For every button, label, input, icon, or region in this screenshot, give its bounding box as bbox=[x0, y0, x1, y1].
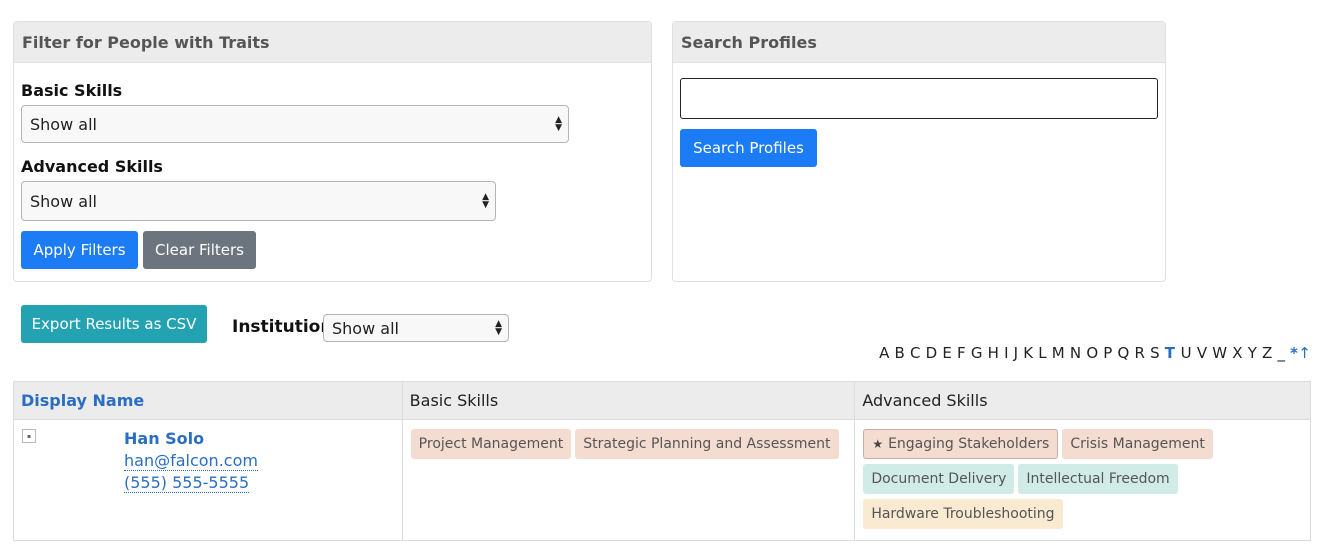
export-csv-button[interactable]: Export Results as CSV bbox=[21, 305, 207, 343]
alpha-letter-Q[interactable]: Q bbox=[1118, 344, 1135, 362]
alpha-letter-V[interactable]: V bbox=[1197, 344, 1212, 362]
skill-tag-label: Document Delivery bbox=[871, 471, 1007, 487]
search-profiles-button[interactable]: Search Profiles bbox=[680, 129, 817, 167]
apply-filters-button[interactable]: Apply Filters bbox=[21, 231, 138, 269]
person-name[interactable]: Han Solo bbox=[124, 428, 258, 450]
alpha-letter-_[interactable]: _ bbox=[1278, 344, 1291, 362]
alpha-letter-N[interactable]: N bbox=[1070, 344, 1086, 362]
alpha-letter-S[interactable]: S bbox=[1150, 344, 1165, 362]
star-icon: ★ bbox=[872, 437, 884, 451]
alpha-letter-B[interactable]: B bbox=[895, 344, 910, 362]
search-panel-title: Search Profiles bbox=[673, 22, 1165, 63]
person-phone[interactable]: (555) 555-5555 bbox=[124, 473, 250, 493]
sort-up-icon[interactable]: ↑ bbox=[1298, 344, 1311, 362]
skill-tag: Strategic Planning and Assessment bbox=[575, 429, 839, 459]
select-arrows-icon: ▲ ▼ bbox=[482, 192, 489, 210]
institution-label: Institution bbox=[232, 317, 333, 337]
alpha-letter-X[interactable]: X bbox=[1232, 344, 1247, 362]
skill-tag-label: Intellectual Freedom bbox=[1026, 471, 1170, 487]
alpha-letter-M[interactable]: M bbox=[1052, 344, 1070, 362]
basic-skills-value: Show all bbox=[30, 114, 97, 134]
person-cell: ▪ Han Solo han@falcon.com (555) 555-5555 bbox=[13, 419, 403, 541]
alpha-letter-T[interactable]: T bbox=[1165, 344, 1181, 362]
filter-panel-title: Filter for People with Traits bbox=[14, 22, 651, 63]
alpha-letter-O[interactable]: O bbox=[1086, 344, 1103, 362]
institution-value: Show all bbox=[332, 318, 399, 338]
alpha-letter-A[interactable]: A bbox=[879, 344, 894, 362]
alpha-letter-D[interactable]: D bbox=[926, 344, 943, 362]
alpha-letter-K[interactable]: K bbox=[1023, 344, 1038, 362]
skill-tag: Intellectual Freedom bbox=[1018, 464, 1178, 494]
alpha-letter-J[interactable]: J bbox=[1014, 344, 1024, 362]
alpha-letter-P[interactable]: P bbox=[1103, 344, 1117, 362]
alpha-letter-R[interactable]: R bbox=[1135, 344, 1151, 362]
skill-tag-label: Hardware Troubleshooting bbox=[871, 506, 1055, 522]
results-table: Display Name Basic Skills Advanced Skill… bbox=[13, 381, 1311, 541]
avatar: ▪ bbox=[22, 429, 36, 443]
alpha-letter-F[interactable]: F bbox=[957, 344, 971, 362]
institution-select[interactable]: Show all ▲ ▼ bbox=[323, 314, 509, 342]
alpha-letter-U[interactable]: U bbox=[1181, 344, 1197, 362]
skill-tag-label: Crisis Management bbox=[1070, 436, 1205, 452]
basic-skills-header: Basic Skills bbox=[401, 381, 856, 420]
advanced-skills-label: Advanced Skills bbox=[21, 157, 163, 176]
person-info: Han Solo han@falcon.com (555) 555-5555 bbox=[124, 428, 258, 494]
table-header-row: Display Name Basic Skills Advanced Skill… bbox=[13, 381, 1311, 420]
select-arrows-icon: ▲ ▼ bbox=[495, 319, 502, 337]
alphabet-nav: A B C D E F G H I J K L M N O P Q R S T … bbox=[879, 344, 1311, 362]
skill-tag-label: Engaging Stakeholders bbox=[888, 436, 1050, 452]
alpha-letter-Z[interactable]: Z bbox=[1262, 344, 1277, 362]
advanced-skills-value: Show all bbox=[30, 191, 97, 211]
search-input[interactable] bbox=[680, 78, 1158, 119]
alpha-letter-E[interactable]: E bbox=[942, 344, 957, 362]
skill-tag: Project Management bbox=[410, 429, 572, 459]
select-arrows-icon: ▲ ▼ bbox=[555, 115, 562, 133]
alpha-letter-I[interactable]: I bbox=[1004, 344, 1014, 362]
basic-skills-select[interactable]: Show all ▲ ▼ bbox=[21, 105, 569, 143]
person-email[interactable]: han@falcon.com bbox=[124, 451, 258, 471]
basic-skills-cell: Project Management Strategic Planning and… bbox=[401, 419, 856, 541]
alpha-all-link[interactable]: * bbox=[1290, 344, 1298, 362]
alpha-letter-W[interactable]: W bbox=[1212, 344, 1232, 362]
basic-skills-label: Basic Skills bbox=[21, 81, 123, 100]
alpha-letter-L[interactable]: L bbox=[1038, 344, 1052, 362]
skill-tag: Document Delivery bbox=[863, 464, 1015, 494]
alpha-letter-H[interactable]: H bbox=[988, 344, 1004, 362]
table-row: ▪ Han Solo han@falcon.com (555) 555-5555… bbox=[13, 419, 1311, 541]
alpha-letter-Y[interactable]: Y bbox=[1248, 344, 1262, 362]
clear-filters-button[interactable]: Clear Filters bbox=[143, 231, 256, 269]
skill-tag: ★ Engaging Stakeholders bbox=[863, 429, 1059, 459]
advanced-skills-select[interactable]: Show all ▲ ▼ bbox=[21, 181, 496, 221]
skill-tag: Hardware Troubleshooting bbox=[863, 499, 1063, 529]
alpha-letter-G[interactable]: G bbox=[971, 344, 988, 362]
advanced-skills-cell: ★ Engaging Stakeholders Crisis Management D… bbox=[854, 419, 1311, 541]
display-name-header[interactable]: Display Name bbox=[13, 381, 403, 420]
advanced-skills-header: Advanced Skills bbox=[854, 381, 1311, 420]
skill-tag: Crisis Management bbox=[1062, 429, 1213, 459]
alpha-letter-C[interactable]: C bbox=[910, 344, 926, 362]
